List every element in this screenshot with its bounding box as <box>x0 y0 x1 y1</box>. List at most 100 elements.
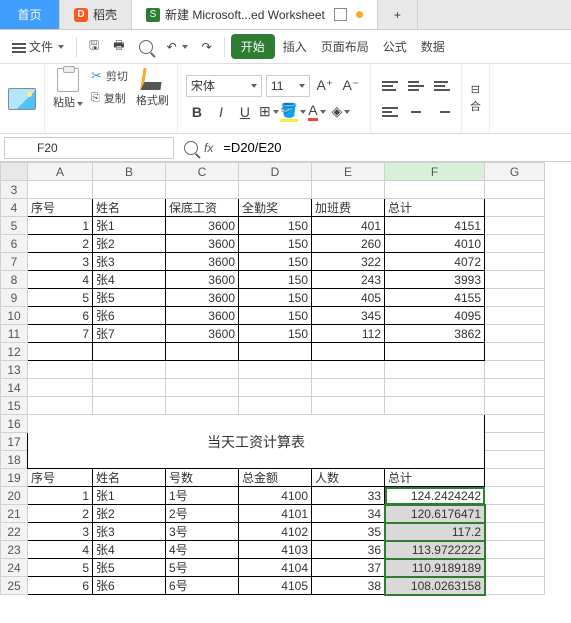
cell[interactable]: 全勤奖 <box>239 199 312 217</box>
cell[interactable]: 6 <box>28 307 93 325</box>
name-box[interactable]: F20 <box>4 137 174 159</box>
cell-title[interactable]: 当天工资计算表 <box>28 415 485 469</box>
tab-data[interactable]: 数据 <box>415 35 451 58</box>
cell[interactable]: 150 <box>239 217 312 235</box>
row-header-25[interactable]: 25 <box>1 577 28 595</box>
font-color-button[interactable]: A <box>306 101 328 123</box>
row-header-8[interactable]: 8 <box>1 271 28 289</box>
cell[interactable] <box>93 343 166 361</box>
row-header-3[interactable]: 3 <box>1 181 28 199</box>
cell[interactable] <box>312 379 385 397</box>
align-right-button[interactable] <box>431 101 453 123</box>
format-painter-button[interactable]: 格式刷 <box>136 68 169 108</box>
cell[interactable] <box>166 361 239 379</box>
cell[interactable]: 张3 <box>93 523 166 541</box>
align-bottom-button[interactable] <box>431 75 453 97</box>
cell[interactable] <box>485 199 545 217</box>
row-header-13[interactable]: 13 <box>1 361 28 379</box>
cell[interactable]: 张5 <box>93 289 166 307</box>
cell[interactable] <box>93 181 166 199</box>
cell[interactable] <box>312 361 385 379</box>
cell[interactable]: 150 <box>239 289 312 307</box>
tab-document[interactable]: S 新建 Microsoft...ed Worksheet <box>132 0 378 29</box>
row-header-16[interactable]: 16 <box>1 415 28 433</box>
cell[interactable] <box>485 235 545 253</box>
cell[interactable]: 人数 <box>312 469 385 487</box>
cell[interactable] <box>385 397 485 415</box>
redo-button[interactable]: ↷ <box>196 37 218 57</box>
cell[interactable]: 3600 <box>166 253 239 271</box>
save-button[interactable]: 🖫 <box>83 33 105 60</box>
cell[interactable]: 150 <box>239 235 312 253</box>
cell[interactable]: 150 <box>239 271 312 289</box>
formula-input[interactable] <box>219 138 571 157</box>
cell[interactable]: 3600 <box>166 289 239 307</box>
cell[interactable] <box>166 379 239 397</box>
cell[interactable]: 4104 <box>239 559 312 577</box>
cell[interactable] <box>93 397 166 415</box>
col-header-A[interactable]: A <box>28 163 93 181</box>
cell[interactable]: 总计 <box>385 199 485 217</box>
cut-button[interactable]: ✂剪切 <box>91 68 128 84</box>
increase-font-button[interactable]: A⁺ <box>314 75 336 97</box>
tab-page-layout[interactable]: 页面布局 <box>315 35 375 58</box>
cell[interactable]: 1 <box>28 217 93 235</box>
row-header-23[interactable]: 23 <box>1 541 28 559</box>
cell[interactable]: 124.2424242 <box>385 487 485 505</box>
cell[interactable] <box>485 577 545 595</box>
italic-button[interactable]: I <box>210 101 232 123</box>
cell[interactable]: 3600 <box>166 325 239 343</box>
cell[interactable]: 4103 <box>239 541 312 559</box>
cell[interactable] <box>485 523 545 541</box>
cell[interactable]: 姓名 <box>93 199 166 217</box>
cell[interactable]: 4105 <box>239 577 312 595</box>
row-header-15[interactable]: 15 <box>1 397 28 415</box>
paste-button[interactable]: 粘贴 <box>53 68 83 110</box>
picture-button[interactable] <box>8 88 36 110</box>
cell[interactable] <box>485 469 545 487</box>
cell[interactable] <box>485 505 545 523</box>
cell[interactable] <box>485 343 545 361</box>
border-button[interactable]: ⊞ <box>258 101 280 123</box>
cell[interactable]: 33 <box>312 487 385 505</box>
tab-insert[interactable]: 插入 <box>277 35 313 58</box>
cell[interactable]: 120.6176471 <box>385 505 485 523</box>
cell[interactable] <box>485 487 545 505</box>
cell[interactable]: 3 <box>28 523 93 541</box>
cell[interactable]: 35 <box>312 523 385 541</box>
cell[interactable]: 4155 <box>385 289 485 307</box>
cell[interactable]: 4 <box>28 271 93 289</box>
cell[interactable]: 7 <box>28 325 93 343</box>
col-header-F[interactable]: F <box>385 163 485 181</box>
cell[interactable]: 5 <box>28 559 93 577</box>
row-header-17[interactable]: 17 <box>1 433 28 451</box>
cell[interactable]: 张2 <box>93 505 166 523</box>
cell[interactable]: 保底工资 <box>166 199 239 217</box>
row-header-19[interactable]: 19 <box>1 469 28 487</box>
cell[interactable]: 4102 <box>239 523 312 541</box>
cell[interactable] <box>239 343 312 361</box>
fx-label[interactable]: fx <box>204 141 213 155</box>
cell[interactable] <box>485 181 545 199</box>
cell[interactable]: 3993 <box>385 271 485 289</box>
cell[interactable]: 3600 <box>166 235 239 253</box>
fill-color-button[interactable]: 🪣 <box>282 101 304 123</box>
row-header-18[interactable]: 18 <box>1 451 28 469</box>
cell[interactable] <box>485 433 545 451</box>
cell[interactable]: 3862 <box>385 325 485 343</box>
tab-wps[interactable]: D 稻壳 <box>60 0 132 29</box>
row-header-10[interactable]: 10 <box>1 307 28 325</box>
cell[interactable]: 序号 <box>28 469 93 487</box>
cell[interactable] <box>312 181 385 199</box>
cell[interactable]: 117.2 <box>385 523 485 541</box>
col-header-G[interactable]: G <box>485 163 545 181</box>
font-size-select[interactable]: 11 <box>266 75 310 97</box>
cell[interactable] <box>28 343 93 361</box>
effects-button[interactable]: ◈ <box>330 101 352 123</box>
cell[interactable]: 3600 <box>166 307 239 325</box>
cell[interactable]: 张1 <box>93 217 166 235</box>
bold-button[interactable]: B <box>186 101 208 123</box>
cell[interactable]: 张6 <box>93 307 166 325</box>
row-header-12[interactable]: 12 <box>1 343 28 361</box>
cell[interactable]: 4100 <box>239 487 312 505</box>
